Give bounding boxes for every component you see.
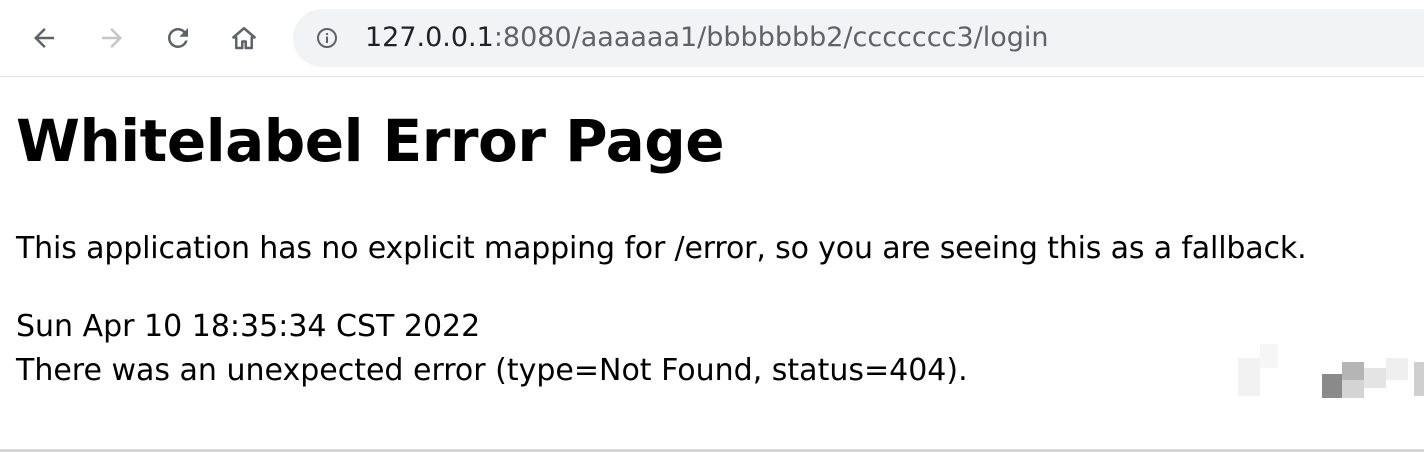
mapping-message: This application has no explicit mapping… — [16, 231, 1307, 266]
error-detail: There was an unexpected error (type=Not … — [16, 353, 968, 388]
page-title: Whitelabel Error Page — [16, 107, 725, 175]
address-bar[interactable]: 127.0.0.1:8080/aaaaaa1/bbbbbbb2/ccccccc3… — [293, 9, 1424, 67]
forward-arrow-icon — [102, 28, 122, 48]
reload-button[interactable] — [158, 16, 198, 60]
blurred-watermark — [1228, 340, 1424, 402]
home-icon — [232, 27, 256, 50]
url-host: 127.0.0.1 — [365, 22, 494, 53]
back-button[interactable] — [24, 16, 64, 60]
url-path: :8080/aaaaaa1/bbbbbbb2/ccccccc3/login — [493, 22, 1049, 53]
info-icon[interactable] — [315, 26, 339, 50]
browser-toolbar: 127.0.0.1:8080/aaaaaa1/bbbbbbb2/ccccccc3… — [0, 0, 1424, 77]
error-timestamp: Sun Apr 10 18:35:34 CST 2022 — [16, 309, 481, 344]
back-arrow-icon — [34, 28, 54, 48]
forward-button[interactable] — [92, 16, 132, 60]
reload-icon — [167, 27, 188, 48]
address-url[interactable]: 127.0.0.1:8080/aaaaaa1/bbbbbbb2/ccccccc3… — [365, 22, 1049, 54]
home-button[interactable] — [224, 16, 264, 60]
